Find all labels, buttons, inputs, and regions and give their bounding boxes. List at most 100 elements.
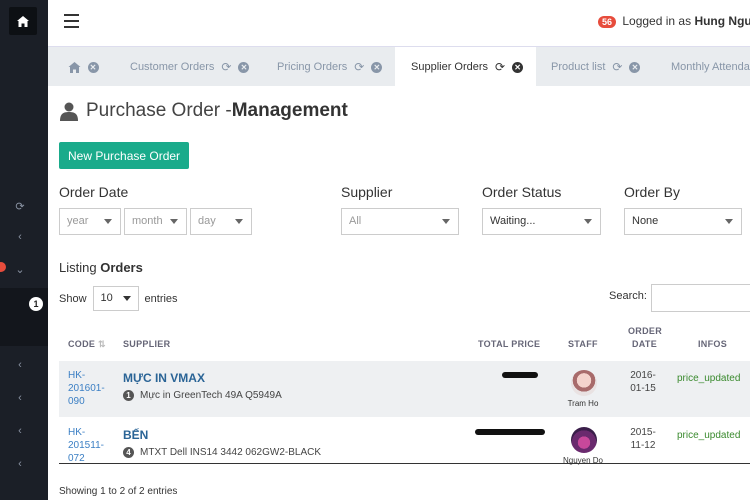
item-name: MTXT Dell INS14 3442 062GW2-BLACK xyxy=(140,447,322,458)
date-part: 11-12 xyxy=(630,440,656,451)
info-status: price_updated xyxy=(677,430,741,441)
refresh-icon[interactable]: ⟳ xyxy=(495,60,505,74)
code-part: HK- xyxy=(68,370,86,381)
caret-down-icon xyxy=(122,296,131,301)
tab-label: Supplier Orders xyxy=(411,61,489,73)
select-value: month xyxy=(132,215,163,227)
item-qty-badge: 1 xyxy=(123,390,134,401)
new-purchase-order-button[interactable]: New Purchase Order xyxy=(59,142,190,169)
column-header-total-price[interactable]: TOTAL PRICE xyxy=(478,339,540,349)
supplier-name[interactable]: BẾN xyxy=(123,428,148,442)
page-title: Purchase Order - Management xyxy=(60,100,348,122)
supplier-item: 1 Mực in GreenTech 49A Q5949A xyxy=(123,390,282,401)
staff-avatar xyxy=(571,427,597,453)
notification-badge[interactable]: 56 xyxy=(598,16,617,28)
listing-title-bold: Orders xyxy=(100,260,143,275)
order-code[interactable]: HK- 201601- 090 xyxy=(68,369,105,408)
refresh-icon[interactable]: ⟳ xyxy=(0,200,40,213)
close-icon[interactable]: ✕ xyxy=(371,61,383,73)
close-icon[interactable]: ✕ xyxy=(512,61,524,73)
column-header-order[interactable]: ORDER xyxy=(628,326,662,336)
select-value: Waiting... xyxy=(490,215,536,227)
code-part: 201511- xyxy=(68,440,104,451)
order-date: 2015- 11-12 xyxy=(621,426,665,452)
sidebar-submenu[interactable] xyxy=(0,288,48,346)
home-button[interactable] xyxy=(9,7,37,35)
chevron-left-icon[interactable]: ‹ xyxy=(0,425,40,437)
table-row[interactable]: HK- 201511- 072 BẾN 4 MTXT Dell INS14 3442 … xyxy=(59,418,750,474)
redacted-price xyxy=(502,372,538,378)
tab-label: Pricing Orders xyxy=(277,61,348,73)
chevron-left-icon[interactable]: ‹ xyxy=(0,359,40,371)
order-status-select[interactable]: Waiting... xyxy=(482,208,601,235)
table-row[interactable]: HK- 201601- 090 MỰC IN VMAX 1 Mực in GreenT… xyxy=(59,361,750,417)
refresh-icon[interactable]: ⟳ xyxy=(354,60,364,74)
search-input[interactable] xyxy=(651,284,750,312)
order-code[interactable]: HK- 201511- 072 xyxy=(68,426,104,465)
chevron-left-icon[interactable]: ‹ xyxy=(0,392,40,404)
select-value: year xyxy=(67,215,89,227)
caret-down-icon xyxy=(584,219,592,224)
title-text: Purchase Order - xyxy=(86,100,232,121)
refresh-icon[interactable]: ⟳ xyxy=(221,60,231,74)
staff-name: Tram Ho xyxy=(567,399,599,408)
sidebar-badge: 1 xyxy=(29,297,43,311)
user-name[interactable]: Hung Nguyen xyxy=(694,14,750,28)
staff-avatar xyxy=(571,370,597,396)
caret-down-icon xyxy=(442,219,450,224)
month-select[interactable]: month xyxy=(124,208,187,235)
table-divider xyxy=(59,463,750,464)
code-part: HK- xyxy=(68,427,86,438)
topbar: 56 Logged in as Hung Nguyen xyxy=(48,0,750,46)
order-by-select[interactable]: None xyxy=(624,208,742,235)
supplier-name[interactable]: MỰC IN VMAX xyxy=(123,371,205,385)
chevron-left-icon[interactable]: ‹ xyxy=(0,231,40,243)
sidebar: ⟳ ‹ ⌄ 1 ‹ ‹ ‹ ‹ xyxy=(0,0,48,500)
tab-label: Monthly Attendance xyxy=(671,61,750,73)
search-label: Search: xyxy=(609,290,647,302)
column-header-code[interactable]: CODE ⇅ xyxy=(68,339,106,350)
listing-title-light: Listing xyxy=(59,260,101,275)
tab-product-list[interactable]: Product list ⟳ ✕ xyxy=(551,47,641,87)
caret-down-icon xyxy=(104,219,112,224)
tab-home[interactable]: ✕ xyxy=(48,47,118,87)
table-info: Showing 1 to 2 of 2 entries xyxy=(59,486,178,497)
column-header-date[interactable]: DATE xyxy=(632,339,657,349)
day-select[interactable]: day xyxy=(190,208,252,235)
caret-down-icon xyxy=(725,219,733,224)
user-area[interactable]: 56 Logged in as Hung Nguyen xyxy=(598,14,750,28)
entries-value: 10 xyxy=(100,292,113,304)
tab-label: Product list xyxy=(551,61,606,73)
redacted-price xyxy=(475,429,545,435)
item-name: Mực in GreenTech 49A Q5949A xyxy=(140,390,282,401)
caret-down-icon xyxy=(170,219,178,224)
code-part: 090 xyxy=(68,396,85,407)
order-by-label: Order By xyxy=(624,184,681,200)
column-header-infos[interactable]: INFOS xyxy=(698,339,727,349)
select-value: day xyxy=(198,215,216,227)
refresh-icon[interactable]: ⟳ xyxy=(612,60,622,74)
header-label: CODE xyxy=(68,339,96,349)
column-header-staff[interactable]: STAFF xyxy=(568,339,598,349)
show-entries: Show 10 entries xyxy=(59,286,178,311)
close-icon[interactable]: ✕ xyxy=(87,61,99,73)
chevron-down-icon[interactable]: ⌄ xyxy=(0,263,40,276)
close-icon[interactable]: ✕ xyxy=(238,61,250,73)
tab-label: Customer Orders xyxy=(130,61,215,73)
tab-pricing-orders[interactable]: Pricing Orders ⟳ ✕ xyxy=(277,47,383,87)
entries-select[interactable]: 10 xyxy=(92,286,139,311)
column-header-supplier[interactable]: SUPPLIER xyxy=(123,339,170,349)
item-qty-badge: 4 xyxy=(123,447,134,458)
menu-toggle-icon[interactable] xyxy=(64,14,79,28)
tab-customer-orders[interactable]: Customer Orders ⟳ ✕ xyxy=(130,47,250,87)
chevron-left-icon[interactable]: ‹ xyxy=(0,458,40,470)
date-part: 2015- xyxy=(630,427,656,438)
tab-supplier-orders[interactable]: Supplier Orders ⟳ ✕ xyxy=(395,47,536,87)
close-icon[interactable]: ✕ xyxy=(629,61,641,73)
tab-monthly-attendance[interactable]: Monthly Attendance xyxy=(671,47,750,87)
supplier-select[interactable]: All xyxy=(341,208,459,235)
select-value: None xyxy=(632,215,659,227)
year-select[interactable]: year xyxy=(59,208,121,235)
caret-down-icon xyxy=(235,219,243,224)
main-content: Purchase Order - Management New Purchase… xyxy=(48,86,750,500)
